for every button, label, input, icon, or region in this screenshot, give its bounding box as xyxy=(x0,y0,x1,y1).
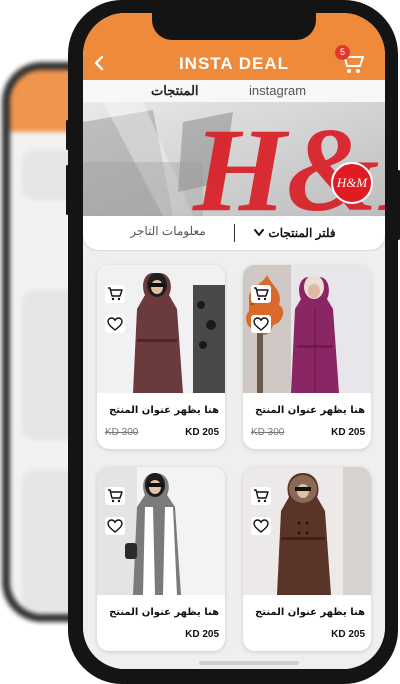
add-to-cart-button[interactable] xyxy=(105,285,125,303)
heart-icon xyxy=(107,519,123,533)
store-banner: H&M H&M xyxy=(83,102,385,216)
favorite-button[interactable] xyxy=(251,315,271,333)
product-title: هنا يظهر عنوان المنتج xyxy=(109,405,219,416)
product-grid: هنا يظهر عنوان المنتج KD 205 KD 300 هنا … xyxy=(83,251,385,669)
tab-bar: المنتجات instagram xyxy=(83,80,385,102)
cart-icon xyxy=(254,489,269,503)
heart-icon xyxy=(253,317,269,331)
product-card[interactable]: هنا يظهر عنوان المنتج KD 205 KD 300 xyxy=(243,265,371,449)
product-title: هنا يظهر عنوان المنتج xyxy=(255,607,365,618)
filter-products-label: فلتر المنتجات xyxy=(268,226,336,240)
stage: INSTA DEAL 5 المنتجات instagram H& H&M م… xyxy=(0,0,400,684)
cart-count-badge: 5 xyxy=(335,45,350,60)
app-screen: INSTA DEAL 5 المنتجات instagram H& H&M م… xyxy=(83,13,385,669)
favorite-button[interactable] xyxy=(105,517,125,535)
product-price: KD 205 xyxy=(331,427,365,438)
cart-icon xyxy=(108,287,123,301)
home-indicator[interactable] xyxy=(199,661,299,665)
chevron-down-icon xyxy=(254,229,265,236)
product-price: KD 205 xyxy=(185,427,219,438)
merchant-info-button[interactable]: معلومات التاجر xyxy=(113,224,223,242)
cart-icon xyxy=(254,287,269,301)
tab-products[interactable]: المنتجات xyxy=(151,83,199,99)
favorite-button[interactable] xyxy=(251,517,271,535)
product-card[interactable]: هنا يظهر عنوان المنتج KD 205 KD 300 xyxy=(97,265,225,449)
product-card[interactable]: هنا يظهر عنوان المنتج KD 205 xyxy=(97,467,225,651)
filter-bar: معلومات التاجر فلتر المنتجات xyxy=(83,216,385,250)
filter-products-button[interactable]: فلتر المنتجات xyxy=(235,224,355,242)
product-price: KD 205 xyxy=(185,629,219,640)
add-to-cart-button[interactable] xyxy=(251,285,271,303)
cart-icon xyxy=(108,489,123,503)
heart-icon xyxy=(107,317,123,331)
product-title: هنا يظهر عنوان المنتج xyxy=(255,405,365,416)
brand-logo: H&M xyxy=(331,162,373,204)
product-old-price: KD 300 xyxy=(105,427,139,438)
product-card[interactable]: هنا يظهر عنوان المنتج KD 205 xyxy=(243,467,371,651)
heart-icon xyxy=(253,519,269,533)
add-to-cart-button[interactable] xyxy=(105,487,125,505)
phone-frame: INSTA DEAL 5 المنتجات instagram H& H&M م… xyxy=(66,0,400,684)
favorite-button[interactable] xyxy=(105,315,125,333)
add-to-cart-button[interactable] xyxy=(251,487,271,505)
phone-notch xyxy=(152,13,316,40)
product-price: KD 205 xyxy=(331,629,365,640)
product-title: هنا يظهر عنوان المنتج xyxy=(109,607,219,618)
tab-instagram[interactable]: instagram xyxy=(249,83,306,98)
product-old-price: KD 300 xyxy=(251,427,285,438)
